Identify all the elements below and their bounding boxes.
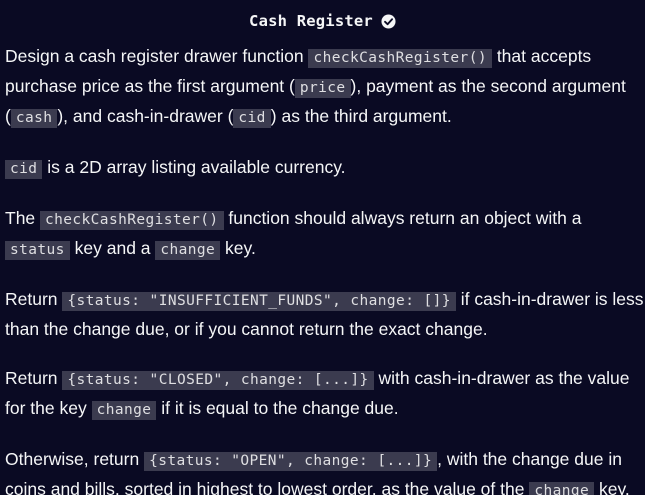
code-change: change (155, 241, 221, 260)
challenge-panel: Cash Register Design a cash register dra… (0, 0, 645, 495)
text: Design a cash register drawer function (5, 46, 309, 66)
challenge-title: Cash Register (249, 12, 373, 30)
check-circle-icon (381, 13, 396, 29)
cid-paragraph: cid is a 2D array listing available curr… (5, 153, 645, 183)
code-change: change (91, 401, 157, 420)
title-row: Cash Register (0, 0, 645, 42)
description-paragraph: Design a cash register drawer function c… (5, 42, 645, 132)
insufficient-funds-paragraph: Return {status: "INSUFFICIENT_FUNDS", ch… (5, 285, 645, 343)
code-cid: cid (5, 160, 43, 179)
code-status: status (5, 241, 70, 260)
text: key and a (69, 238, 156, 258)
code-open: {status: "OPEN", change: [...]} (144, 452, 438, 471)
text: Return (5, 289, 63, 309)
text: function should always return an object … (223, 208, 582, 228)
open-paragraph: Otherwise, return {status: "OPEN", chang… (5, 445, 645, 495)
text: The (5, 208, 41, 228)
code-price: price (294, 79, 351, 98)
text: key. (594, 479, 630, 495)
text: key. (220, 238, 256, 258)
code-closed: {status: "CLOSED", change: [...]} (62, 371, 374, 390)
code-insufficient-funds: {status: "INSUFFICIENT_FUNDS", change: [… (62, 292, 456, 311)
code-function-name: checkCashRegister() (40, 211, 224, 230)
code-cid: cid (233, 109, 271, 128)
text: Otherwise, return (5, 449, 145, 469)
closed-paragraph: Return {status: "CLOSED", change: [...]}… (5, 364, 645, 424)
text: Return (5, 368, 63, 388)
return-object-paragraph: The checkCashRegister() function should … (5, 204, 645, 264)
code-change: change (529, 482, 595, 495)
text: ) as the third argument. (270, 106, 452, 126)
code-cash: cash (10, 109, 58, 128)
code-function-name: checkCashRegister() (308, 49, 492, 68)
text: is a 2D array listing available currency… (42, 157, 346, 177)
text: ), and cash-in-drawer ( (57, 106, 234, 126)
challenge-description: Design a cash register drawer function c… (0, 42, 645, 495)
text: if it is equal to the change due. (156, 398, 399, 418)
